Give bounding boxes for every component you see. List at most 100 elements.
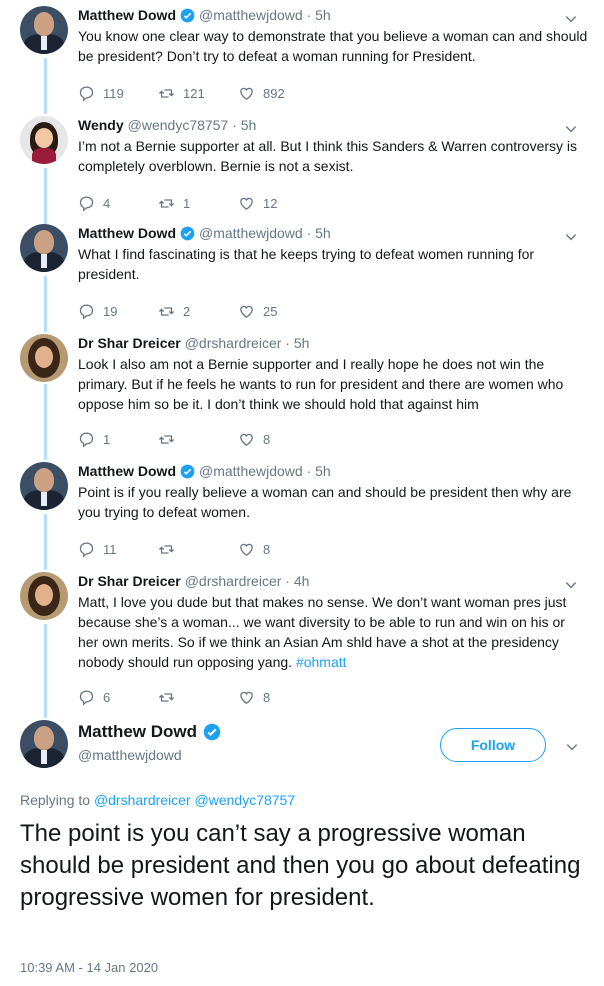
heart-icon [240,691,253,704]
chevron-down-icon[interactable] [564,230,578,244]
retweet-button[interactable]: 2 [158,303,238,320]
avatar[interactable] [20,6,68,54]
author-handle[interactable]: @drshardreicer · 4h [185,573,310,589]
retweet-count: 1 [183,195,191,211]
replying-to: Replying to @drshardreicer @wendyc78757 [20,792,295,808]
tweet[interactable]: Dr Shar Dreicer @drshardreicer · 5h Look… [0,334,604,450]
reply-count: 119 [103,85,124,101]
reply-button[interactable]: 4 [78,195,158,212]
reply-icon [79,195,94,212]
replying-prefix: Replying to [20,792,91,808]
heart-icon [240,543,253,556]
verified-badge-icon [180,8,195,22]
retweet-button[interactable] [158,431,238,448]
author-name[interactable]: Matthew Dowd [78,7,176,23]
retweet-icon [158,544,175,554]
like-button[interactable]: 8 [238,541,270,558]
retweet-icon [158,692,175,702]
reply-button[interactable]: 11 [78,541,158,558]
retweet-icon [158,306,175,316]
heart-icon [240,87,253,100]
author-handle[interactable]: @drshardreicer · 5h [185,335,310,351]
reply-button[interactable]: 119 [78,85,158,102]
avatar[interactable] [20,116,68,164]
author-handle[interactable]: @matthewjdowd [78,747,221,763]
retweet-button[interactable] [158,689,238,706]
author-name[interactable]: Dr Shar Dreicer [78,335,181,351]
like-count: 8 [263,689,271,705]
like-count: 8 [263,431,271,447]
like-button[interactable]: 25 [238,303,277,320]
verified-badge-icon [203,723,221,741]
author-name[interactable]: Wendy [78,117,124,133]
like-count: 25 [263,303,278,319]
author-name[interactable]: Matthew Dowd [78,225,176,241]
tweet[interactable]: Wendy @wendyc78757 · 5h I’m not a Bernie… [0,116,604,214]
tweet[interactable]: Matthew Dowd @matthewjdowd · 5h You know… [0,6,604,104]
retweet-button[interactable]: 121 [158,85,238,102]
retweet-button[interactable]: 1 [158,195,238,212]
focused-tweet: Matthew Dowd @matthewjdowd Follow Replyi… [0,720,604,975]
heart-icon [240,305,253,318]
reply-button[interactable]: 19 [78,303,158,320]
like-count: 892 [263,85,285,101]
heart-icon [240,197,253,210]
heart-icon [240,433,253,446]
author-handle[interactable]: @matthewjdowd · 5h [199,7,331,23]
avatar[interactable] [20,720,68,768]
retweet-count: 2 [183,303,191,319]
retweet-button[interactable] [158,541,238,558]
like-button[interactable]: 8 [238,431,270,448]
verified-badge-icon [180,464,195,478]
verified-badge-icon [180,226,195,240]
author-name[interactable]: Matthew Dowd [78,722,197,742]
author-handle[interactable]: @matthewjdowd · 5h [199,463,331,479]
like-count: 8 [263,541,271,557]
like-button[interactable]: 8 [238,689,270,706]
reply-icon [79,303,94,320]
mention-link[interactable]: @wendyc78757 [195,792,296,808]
reply-icon [79,541,94,558]
reply-button[interactable]: 1 [78,431,158,448]
retweet-count: 121 [183,85,205,101]
like-count: 12 [263,195,278,211]
tweet[interactable]: Dr Shar Dreicer @drshardreicer · 4h Matt… [0,572,604,708]
author-handle[interactable]: @matthewjdowd · 5h [199,225,331,241]
follow-button[interactable]: Follow [440,728,546,762]
tweet[interactable]: Matthew Dowd @matthewjdowd · 5h Point is… [0,462,604,560]
chevron-down-icon[interactable] [564,578,578,592]
focused-tweet-text: The point is you can’t say a progressive… [20,820,581,911]
retweet-icon [158,198,175,208]
author-handle[interactable]: @wendyc78757 · 5h [128,117,257,133]
retweet-icon [158,434,175,444]
avatar[interactable] [20,224,68,272]
hashtag-link[interactable]: #ohmatt [296,654,347,670]
chevron-down-icon[interactable] [565,740,579,754]
reply-count: 4 [103,195,111,211]
chevron-down-icon[interactable] [564,12,578,26]
tweet-text: Point is if you really believe a woman c… [78,484,572,520]
like-button[interactable]: 892 [238,85,285,102]
tweet-text: Look I also am not a Bernie supporter an… [78,356,564,412]
reply-icon [79,85,94,102]
like-button[interactable]: 12 [238,195,277,212]
tweet-text: Matt, I love you dude but that makes no … [78,592,588,672]
tweet-text: I’m not a Bernie supporter at all. But I… [78,138,578,174]
avatar[interactable] [20,462,68,510]
tweet-timestamp[interactable]: 10:39 AM - 14 Jan 2020 [20,960,158,975]
reply-icon [79,431,94,448]
reply-count: 1 [103,431,111,447]
avatar[interactable] [20,334,68,382]
author-name[interactable]: Matthew Dowd [78,463,176,479]
avatar[interactable] [20,572,68,620]
reply-button[interactable]: 6 [78,689,158,706]
mention-link[interactable]: @drshardreicer [94,792,191,808]
reply-count: 11 [103,541,117,557]
tweet[interactable]: Matthew Dowd @matthewjdowd · 5h What I f… [0,224,604,322]
author-name[interactable]: Dr Shar Dreicer [78,573,181,589]
reply-count: 19 [103,303,118,319]
retweet-icon [158,88,175,98]
chevron-down-icon[interactable] [564,122,578,136]
reply-icon [79,689,94,706]
tweet-text: What I find fascinating is that he keeps… [78,246,535,282]
